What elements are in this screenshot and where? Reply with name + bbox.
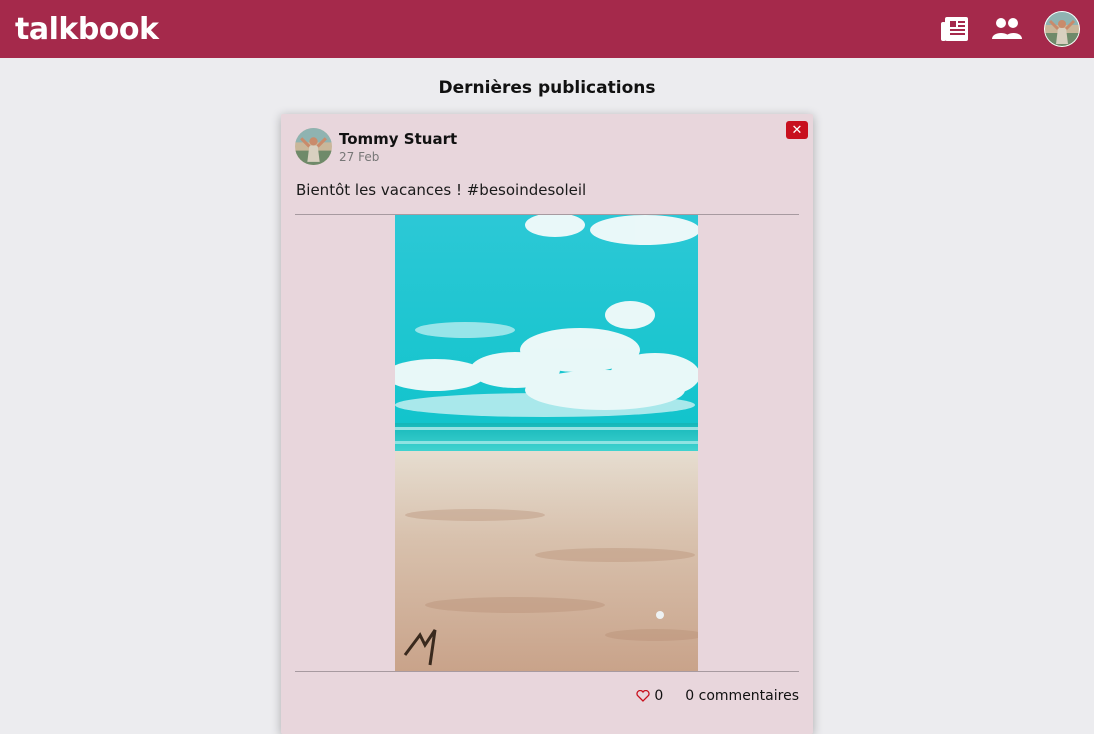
profile-avatar[interactable] [1044, 11, 1080, 47]
top-navbar: talkbook [0, 0, 1094, 58]
post-text: Bientôt les vacances ! #besoindesoleil [296, 181, 587, 199]
author-name[interactable]: Tommy Stuart [339, 129, 457, 149]
post-footer: 0 0 commentaires [636, 688, 799, 704]
like-count: 0 [654, 688, 664, 704]
heart-icon [636, 690, 651, 702]
like-button[interactable]: 0 [636, 688, 663, 704]
users-icon[interactable] [990, 12, 1024, 46]
comments-link[interactable]: 0 commentaires [685, 688, 799, 704]
main-nav [938, 11, 1080, 47]
feed-title: Dernières publications [438, 78, 656, 98]
post-card: Tommy Stuart 27 Feb ✕ Bientôt les vacanc… [281, 114, 813, 734]
post-date: 27 Feb [339, 149, 380, 164]
author-avatar[interactable] [295, 128, 332, 165]
delete-post-button[interactable]: ✕ [786, 121, 808, 139]
divider [295, 671, 799, 672]
post-header: Tommy Stuart 27 Feb [295, 128, 457, 165]
post-image[interactable] [395, 215, 698, 671]
brand-logo[interactable]: talkbook [15, 12, 159, 47]
newspaper-icon[interactable] [938, 12, 972, 46]
